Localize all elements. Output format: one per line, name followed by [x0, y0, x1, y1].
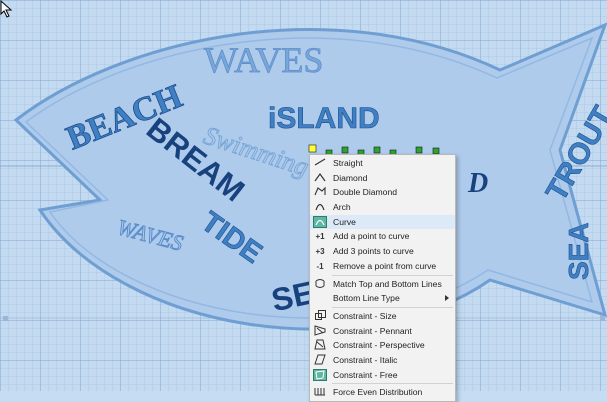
right-ruler-marker [600, 316, 605, 321]
menu-item-label: Add a point to curve [333, 231, 410, 242]
menu-item-straight[interactable]: Straight [310, 156, 455, 171]
menu-item-constraint-perspective[interactable]: Constraint - Perspective [310, 338, 455, 353]
mouse-cursor-icon [0, 0, 13, 18]
constraint-size-icon [312, 309, 328, 323]
menu-item-label: Constraint - Italic [333, 354, 398, 365]
menu-item-label: Match Top and Bottom Lines [333, 278, 442, 289]
menu-item-label: Remove a point from curve [333, 260, 437, 271]
menu-item-label: Constraint - Size [333, 310, 397, 321]
menu-separator [332, 306, 453, 308]
menu-item-label: Constraint - Free [333, 369, 398, 380]
menu-item-force-even-distribution[interactable]: Force Even Distribution [310, 385, 455, 400]
add-three-points-icon: +3 [315, 247, 325, 257]
constraint-free-icon [312, 368, 328, 382]
submenu-arrow-icon [445, 295, 449, 302]
menu-item-label: Double Diamond [333, 187, 398, 198]
menu-item-label: Constraint - Pennant [333, 325, 412, 336]
menu-item-constraint-size[interactable]: Constraint - Size [310, 309, 455, 324]
curve-icon [312, 215, 328, 229]
menu-item-match-lines[interactable]: Match Top and Bottom Lines [310, 277, 455, 292]
remove-point-icon: -1 [316, 261, 324, 271]
menu-item-arch[interactable]: Arch [310, 200, 455, 215]
menu-item-constraint-italic[interactable]: Constraint - Italic [310, 353, 455, 368]
menu-item-diamond[interactable]: Diamond [310, 171, 455, 186]
context-menu: Straight Diamond Double Diamond Arch Cur… [309, 154, 456, 402]
menu-item-add-three-points[interactable]: +3 Add 3 points to curve [310, 244, 455, 259]
design-text-d: D [467, 168, 488, 199]
menu-item-label: Constraint - Perspective [333, 340, 425, 351]
left-ruler-marker [3, 316, 8, 321]
menu-item-bottom-line-type[interactable]: Bottom Line Type [310, 291, 455, 306]
match-lines-icon [312, 278, 328, 291]
design-text-island: iSLAND [268, 102, 380, 135]
design-canvas[interactable]: BEACH WAVES iSLAND BREAM TIDE WAVES Swim… [0, 0, 607, 391]
menu-item-double-diamond[interactable]: Double Diamond [310, 185, 455, 200]
menu-item-add-point[interactable]: +1 Add a point to curve [310, 229, 455, 244]
menu-item-constraint-free[interactable]: Constraint - Free [310, 368, 455, 383]
menu-item-label: Force Even Distribution [333, 387, 423, 398]
menu-item-constraint-pennant[interactable]: Constraint - Pennant [310, 324, 455, 339]
arch-icon [312, 201, 328, 214]
menu-item-label: Add 3 points to curve [333, 246, 414, 257]
even-distribution-icon [312, 386, 328, 399]
menu-item-label: Straight [333, 158, 363, 168]
menu-item-curve[interactable]: Curve [310, 214, 455, 230]
menu-item-label: Diamond [333, 172, 368, 183]
design-text-sea: SEA [563, 222, 594, 280]
menu-item-label: Bottom Line Type [333, 293, 400, 304]
constraint-pennant-icon [312, 324, 328, 338]
add-one-point-icon: +1 [315, 232, 325, 242]
design-artwork: BEACH WAVES iSLAND BREAM TIDE WAVES Swim… [0, 22, 607, 331]
menu-item-label: Curve [333, 216, 356, 227]
menu-item-remove-point[interactable]: -1 Remove a point from curve [310, 259, 455, 274]
design-text-waves-top: WAVES [204, 40, 323, 80]
double-diamond-icon [312, 186, 328, 199]
menu-item-label: Arch [333, 202, 351, 213]
straight-icon [312, 157, 328, 170]
diamond-icon [312, 172, 328, 185]
menu-separator [332, 383, 453, 385]
constraint-italic-icon [312, 354, 328, 367]
menu-separator [332, 274, 453, 276]
constraint-perspective-icon [312, 339, 328, 352]
